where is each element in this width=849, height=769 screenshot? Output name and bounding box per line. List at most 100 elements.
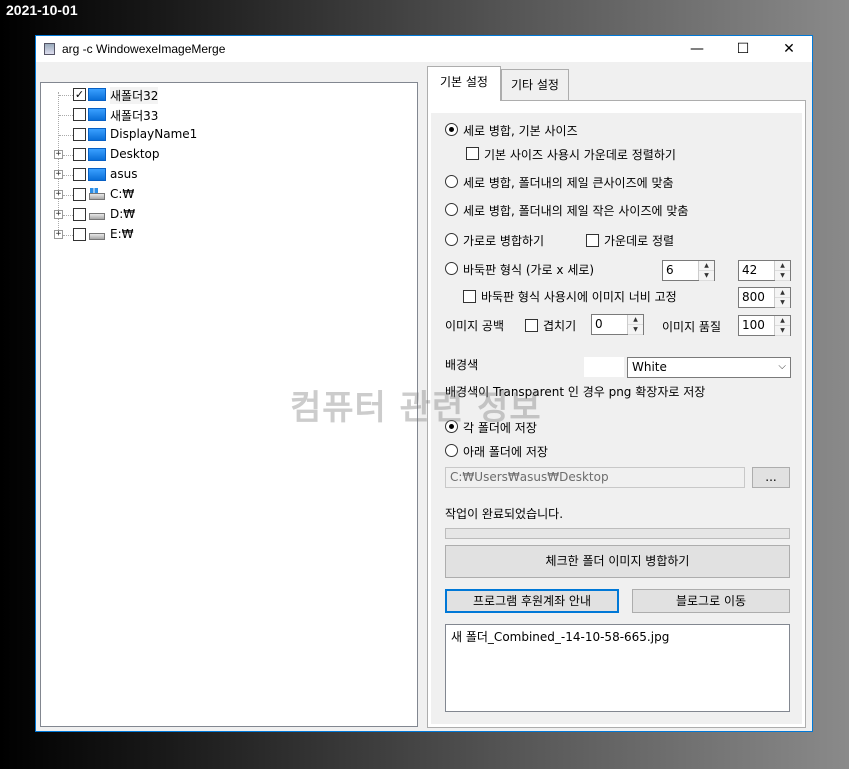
grid-radio[interactable]	[445, 262, 458, 275]
background-color-select[interactable]: White ⌵	[627, 357, 791, 378]
grid-width-stepper[interactable]: 800 ▲ ▼	[738, 287, 791, 308]
stepper-arrows[interactable]: ▲ ▼	[774, 261, 790, 281]
spacing-value: 0	[595, 317, 603, 331]
tree-item-checkbox[interactable]	[73, 128, 86, 141]
vertical-largest-label: 세로 병합, 폴더내의 제일 큰사이즈에 맞춤	[463, 176, 674, 190]
tree-item-checkbox[interactable]	[73, 168, 86, 181]
vertical-smallest-radio[interactable]	[445, 203, 458, 216]
minimize-button[interactable]: —	[674, 36, 720, 62]
save-path-field[interactable]: C:₩Users₩asus₩Desktop	[445, 467, 745, 488]
title-bar: arg -c WindowexeImageMerge — ☐ ✕	[36, 36, 812, 62]
tree-item-label: D:₩	[110, 207, 136, 221]
expand-icon[interactable]: +	[54, 230, 63, 239]
save-below-radio[interactable]	[445, 444, 458, 457]
tree-item-label: DisplayName1	[110, 127, 198, 141]
expand-icon[interactable]: +	[54, 150, 63, 159]
save-path-value: C:₩Users₩asus₩Desktop	[450, 470, 609, 484]
progress-bar	[445, 528, 790, 539]
merge-button[interactable]: 체크한 폴더 이미지 병합하기	[445, 545, 790, 578]
quality-stepper[interactable]: 100 ▲ ▼	[738, 315, 791, 336]
tree-item[interactable]: 새폴더33	[41, 106, 417, 124]
status-text: 작업이 완료되었습니다.	[445, 507, 564, 521]
tree-item-label: Desktop	[110, 147, 160, 161]
close-button[interactable]: ✕	[766, 36, 812, 62]
stepper-arrows[interactable]: ▲ ▼	[627, 315, 643, 335]
folder-icon	[88, 128, 106, 141]
expand-icon[interactable]: +	[54, 190, 63, 199]
overlap-label: 겹치기	[543, 319, 577, 333]
horizontal-center-checkbox[interactable]	[586, 234, 599, 247]
quality-label: 이미지 품질	[662, 320, 722, 334]
tab-other-settings[interactable]: 기타 설정	[501, 69, 569, 101]
tree-line	[59, 95, 73, 96]
donate-info-button[interactable]: 프로그램 후원계좌 안내	[445, 589, 619, 613]
grid-fixed-width-checkbox[interactable]	[463, 290, 476, 303]
drive-icon	[88, 228, 106, 241]
expand-icon[interactable]: +	[54, 210, 63, 219]
horizontal-radio[interactable]	[445, 233, 458, 246]
folder-icon	[88, 108, 106, 121]
expand-icon[interactable]: +	[54, 170, 63, 179]
tree-line	[63, 155, 73, 156]
tree-item[interactable]: + asus	[41, 166, 417, 184]
maximize-button[interactable]: ☐	[720, 36, 766, 62]
grid-label: 바둑판 형식 (가로 x 세로)	[463, 263, 595, 277]
overlap-checkbox[interactable]	[525, 319, 538, 332]
tree-item-checkbox[interactable]	[73, 148, 86, 161]
windows-drive-icon	[88, 188, 106, 201]
tree-item[interactable]: + D:₩	[41, 206, 417, 224]
background-color-value: White	[632, 360, 667, 374]
stepper-arrows[interactable]: ▲ ▼	[774, 288, 790, 308]
grid-rows-stepper[interactable]: 42 ▲ ▼	[738, 260, 791, 281]
tree-item[interactable]: + C:₩	[41, 186, 417, 204]
tree-line	[63, 215, 73, 216]
vertical-largest-radio[interactable]	[445, 175, 458, 188]
grid-rows-value: 42	[742, 263, 758, 277]
tree-line	[59, 135, 73, 136]
vertical-basic-radio[interactable]	[445, 123, 458, 136]
vertical-basic-label: 세로 병합, 기본 사이즈	[463, 124, 578, 138]
horizontal-center-label: 가운데로 정렬	[604, 234, 675, 248]
spacing-label: 이미지 공백	[445, 319, 505, 333]
tree-item-label: E:₩	[110, 227, 134, 241]
grid-columns-stepper[interactable]: 6 ▲ ▼	[662, 260, 715, 281]
list-item[interactable]: 새 폴더_Combined_-14-10-58-665.jpg	[451, 628, 669, 645]
quality-value: 100	[742, 318, 765, 332]
tree-item-checkbox[interactable]	[73, 188, 86, 201]
tree-item-checkbox[interactable]	[73, 108, 86, 121]
tree-line	[63, 195, 73, 196]
tree-item[interactable]: ✓ 새폴더32	[41, 86, 417, 104]
settings-group: 세로 병합, 기본 사이즈 기본 사이즈 사용시 가운데로 정렬하기 세로 병합…	[431, 113, 802, 724]
result-list[interactable]: 새 폴더_Combined_-14-10-58-665.jpg	[445, 624, 790, 712]
tree-item[interactable]: + E:₩	[41, 226, 417, 244]
save-each-radio[interactable]	[445, 420, 458, 433]
tree-item-checkbox[interactable]	[73, 208, 86, 221]
folder-tree[interactable]: ✓ 새폴더32 새폴더33 DisplayName1 + Desktop + a…	[40, 82, 418, 727]
folder-icon	[88, 168, 106, 181]
tree-item[interactable]: DisplayName1	[41, 126, 417, 144]
basic-settings-panel: 세로 병합, 기본 사이즈 기본 사이즈 사용시 가운데로 정렬하기 세로 병합…	[427, 100, 806, 728]
app-window: arg -c WindowexeImageMerge — ☐ ✕ ✓ 새폴더32…	[35, 35, 813, 732]
tree-item-label: asus	[110, 167, 138, 181]
stepper-arrows[interactable]: ▲ ▼	[774, 316, 790, 336]
date-label: 2021-10-01	[6, 2, 78, 18]
spacing-stepper[interactable]: 0 ▲ ▼	[591, 314, 644, 335]
save-below-label: 아래 폴더에 저장	[463, 445, 548, 459]
check-icon: ✓	[74, 88, 85, 101]
tree-item[interactable]: + Desktop	[41, 146, 417, 164]
vertical-smallest-label: 세로 병합, 폴더내의 제일 작은 사이즈에 맞춤	[463, 204, 689, 218]
center-align-checkbox[interactable]	[466, 147, 479, 160]
grid-columns-value: 6	[666, 263, 674, 277]
tree-item-label: 새폴더32	[110, 87, 159, 104]
background-color-swatch[interactable]	[584, 357, 624, 377]
save-each-label: 각 폴더에 저장	[463, 421, 537, 435]
background-note: 배경색이 Transparent 인 경우 png 확장자로 저장	[445, 385, 706, 399]
tree-item-checkbox[interactable]: ✓	[73, 88, 86, 101]
tab-basic-settings[interactable]: 기본 설정	[427, 66, 501, 101]
stepper-arrows[interactable]: ▲ ▼	[698, 261, 714, 281]
folder-icon	[88, 88, 106, 101]
tree-item-checkbox[interactable]	[73, 228, 86, 241]
browse-button[interactable]: ...	[752, 467, 790, 488]
chevron-down-icon: ⌵	[778, 361, 786, 372]
blog-button[interactable]: 블로그로 이동	[632, 589, 790, 613]
